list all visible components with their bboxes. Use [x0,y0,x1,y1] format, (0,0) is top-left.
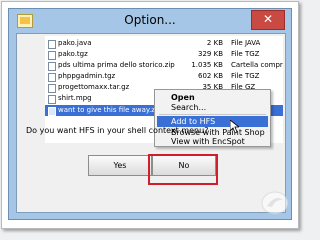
screenshot-frame: Option... ✕ pako.java 2 KB File JAVA pak… [1,1,299,229]
watermark-logo-icon [261,191,289,215]
mouse-cursor-icon [230,120,239,134]
context-menu-view-encspot[interactable]: View with EncSpot [157,137,268,146]
file-name: progettomaxx.tar.gz [58,83,130,91]
no-button-highlight [148,154,218,185]
file-type: Cartella compr [231,61,283,69]
question-text: Do you want HFS in your shell context me… [26,126,209,135]
file-size: 329 KB [198,50,223,58]
file-name: pako.java [58,39,92,47]
file-row[interactable]: pds ultima prima dello storico.zip 1.035… [45,60,283,71]
file-icon [48,73,56,82]
file-name: want to give this file away.zip [58,106,162,114]
title-bar[interactable]: Option... ✕ [9,9,291,32]
file-name: shirt.mpg [58,94,92,102]
zip-file-icon [48,107,56,116]
window-title: Option... [124,13,176,27]
context-menu: Open Search... Add to HFS Browse with Pa… [154,89,271,147]
file-size: 2 KB [206,39,223,47]
file-name: phppgadmin.tgz [58,72,116,80]
file-name: pds ultima prima dello storico.zip [58,61,175,69]
yes-button[interactable]: Yes [88,155,152,176]
file-size: 602 KB [198,72,223,80]
video-file-icon [48,95,56,104]
zip-file-icon [48,62,56,71]
file-icon [48,51,56,60]
file-size: 1.035 KB [191,61,223,69]
file-row[interactable]: pako.java 2 KB File JAVA [45,38,283,49]
file-row[interactable]: pako.tgz 329 KB File TGZ [45,49,283,60]
file-name: pako.tgz [58,50,88,58]
file-type: File TGZ [231,72,260,80]
close-button[interactable]: ✕ [251,10,285,30]
context-menu-search[interactable]: Search... [157,102,268,113]
file-type: File TGZ [231,50,260,58]
file-icon [48,40,56,49]
file-row[interactable]: phppgadmin.tgz 602 KB File TGZ [45,71,283,82]
file-type: File JAVA [231,39,261,47]
menu-separator [159,114,266,115]
file-icon [48,84,56,93]
